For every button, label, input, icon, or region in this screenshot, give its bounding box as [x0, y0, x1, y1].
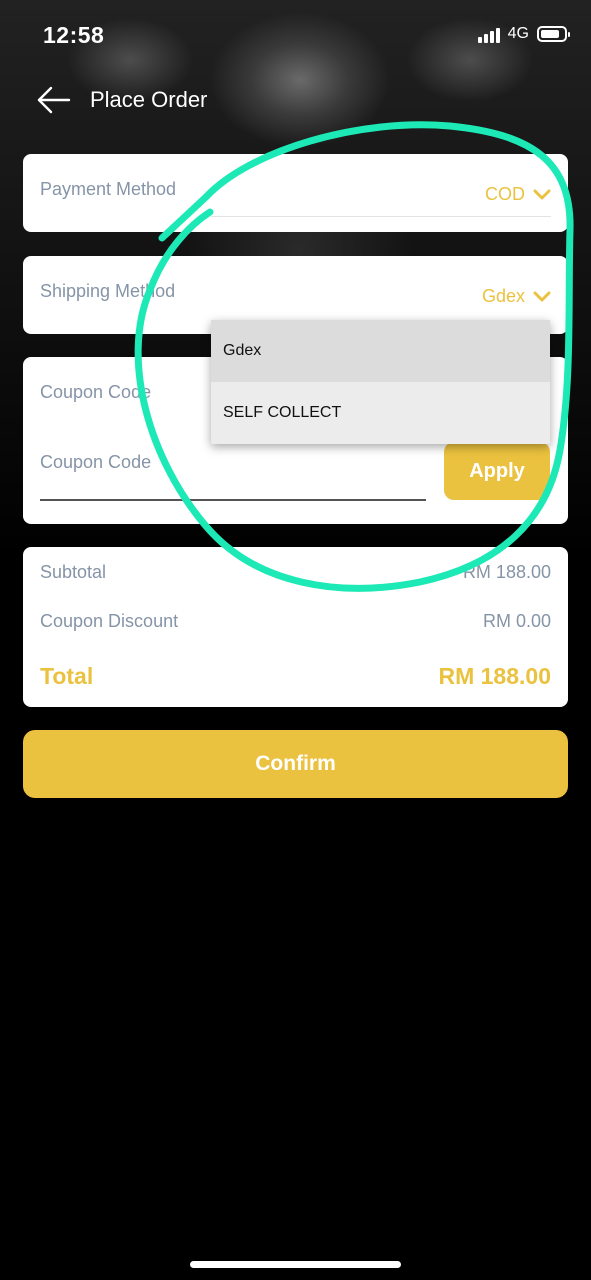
coupon-underline — [40, 499, 426, 501]
shipping-method-label: Shipping Method — [40, 281, 176, 301]
coupon-input[interactable] — [40, 447, 426, 477]
network-label: 4G — [507, 25, 529, 42]
signal-icon — [477, 25, 500, 43]
status-indicators: 4G — [477, 25, 570, 43]
dropdown-option-gdex[interactable]: Gdex — [211, 320, 550, 382]
shipping-method-value: Gdex — [481, 286, 525, 306]
home-indicator — [190, 1261, 401, 1268]
subtotal-value: RM 188.00 — [462, 562, 551, 582]
back-arrow-icon — [37, 86, 71, 114]
status-bar: 12:58 4G — [0, 0, 591, 70]
order-summary-card: Subtotal RM 188.00 Coupon Discount RM 0.… — [23, 547, 568, 707]
total-value: RM 188.00 — [438, 663, 551, 689]
apply-button[interactable]: Apply — [444, 442, 550, 500]
shipping-dropdown-menu: Gdex SELF COLLECT — [211, 320, 550, 444]
total-label: Total — [40, 663, 94, 689]
dropdown-option-self-collect[interactable]: SELF COLLECT — [211, 382, 550, 444]
subtotal-row: Subtotal RM 188.00 — [40, 562, 551, 583]
payment-method-label: Payment Method — [40, 179, 177, 199]
discount-value: RM 0.00 — [482, 611, 551, 631]
payment-method-card: Payment Method COD — [23, 154, 568, 232]
chevron-down-icon — [533, 189, 551, 199]
subtotal-label: Subtotal — [40, 562, 107, 582]
shipping-method-select[interactable]: Gdex — [482, 286, 551, 307]
coupon-label: Coupon Code — [40, 382, 152, 402]
battery-icon — [537, 26, 570, 42]
confirm-button[interactable]: Confirm — [23, 730, 568, 798]
discount-label: Coupon Discount — [40, 611, 179, 631]
payment-method-value: COD — [485, 184, 525, 204]
payment-method-underline — [211, 216, 551, 217]
discount-row: Coupon Discount RM 0.00 — [40, 611, 551, 632]
payment-method-select[interactable]: COD — [485, 184, 551, 205]
back-button[interactable] — [36, 84, 72, 116]
page-title: Place Order — [90, 87, 208, 112]
nav-bar: Place Order — [0, 70, 591, 130]
total-row: Total RM 188.00 — [40, 663, 551, 690]
status-time: 12:58 — [43, 22, 105, 48]
chevron-down-icon — [533, 291, 551, 301]
